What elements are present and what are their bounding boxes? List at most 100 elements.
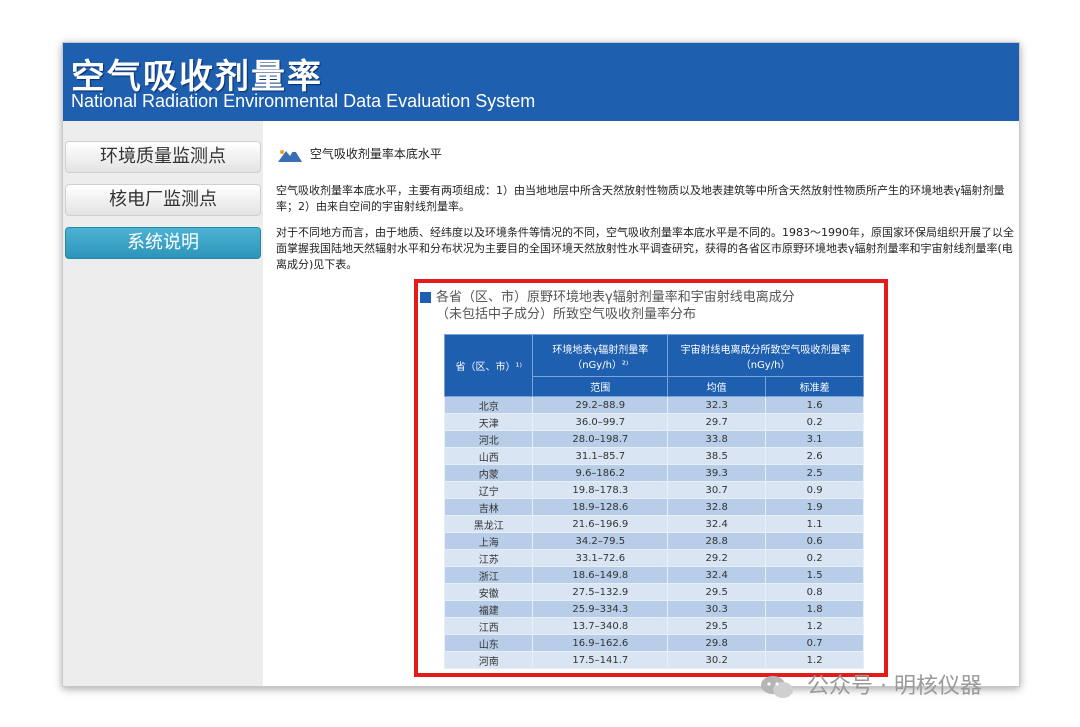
cell-std: 2.5 <box>765 464 864 482</box>
cell-mean: 28.8 <box>667 532 767 550</box>
cell-std: 3.1 <box>765 430 864 448</box>
cell-range: 13.7–340.8 <box>532 617 669 635</box>
table-row: 河南 17.5–141.7 30.2 1.2 <box>443 651 864 669</box>
figure-title: 各省（区、市）原野环境地表γ辐射剂量率和宇宙射线电离成分 （未包括中子成分）所致… <box>420 289 876 323</box>
cell-province: 山东 <box>443 634 534 652</box>
cell-range: 31.1–85.7 <box>532 447 669 465</box>
cell-range: 21.6–196.9 <box>532 515 669 533</box>
cell-province: 江苏 <box>443 549 534 567</box>
figure-title-line1: 各省（区、市）原野环境地表γ辐射剂量率和宇宙射线电离成分 <box>436 290 795 305</box>
table-row: 吉林 18.9–128.6 32.8 1.9 <box>443 498 864 516</box>
table-row: 安徽 27.5–132.9 29.5 0.8 <box>443 583 864 601</box>
cell-mean: 30.7 <box>667 481 767 499</box>
cell-mean: 29.5 <box>667 617 767 635</box>
cell-province: 浙江 <box>443 566 534 584</box>
figure-title-line2: （未包括中子成分）所致空气吸收剂量率分布 <box>436 307 697 322</box>
header-range: 范围 <box>532 376 669 397</box>
cell-province: 天津 <box>443 413 534 431</box>
table-body: 北京 29.2–88.9 32.3 1.6 天津 36.0–99.7 29.7 0.2 河北 28… <box>443 396 864 669</box>
cell-range: 25.9–334.3 <box>532 600 669 618</box>
header-mean: 均值 <box>667 376 767 397</box>
table-row: 河北 28.0–198.7 33.8 3.1 <box>443 430 864 448</box>
cell-std: 1.9 <box>765 498 864 516</box>
table-row: 浙江 18.6–149.8 32.4 1.5 <box>443 566 864 584</box>
section-header: 空气吸收剂量率本底水平 <box>278 145 442 162</box>
cell-province: 河北 <box>443 430 534 448</box>
cell-std: 0.7 <box>765 634 864 652</box>
table-row: 北京 29.2–88.9 32.3 1.6 <box>443 396 864 414</box>
table-row: 福建 25.9–334.3 30.3 1.8 <box>443 600 864 618</box>
cell-province: 上海 <box>443 532 534 550</box>
cell-range: 9.6–186.2 <box>532 464 669 482</box>
cell-mean: 29.5 <box>667 583 767 601</box>
cell-mean: 39.3 <box>667 464 767 482</box>
table-row: 上海 34.2–79.5 28.8 0.6 <box>443 532 864 550</box>
mountain-icon <box>278 148 302 162</box>
table-row: 山西 31.1–85.7 38.5 2.6 <box>443 447 864 465</box>
cell-mean: 38.5 <box>667 447 767 465</box>
page-subtitle: National Radiation Environmental Data Ev… <box>71 91 536 111</box>
cell-province: 黑龙江 <box>443 515 534 533</box>
sidebar-item-system-info[interactable]: 系统说明 <box>65 227 261 259</box>
cell-range: 36.0–99.7 <box>532 413 669 431</box>
cell-std: 0.9 <box>765 481 864 499</box>
section-title: 空气吸收剂量率本底水平 <box>309 147 442 161</box>
cell-std: 0.6 <box>765 532 864 550</box>
cell-std: 1.2 <box>765 651 864 669</box>
cell-mean: 32.4 <box>667 566 767 584</box>
cell-mean: 32.4 <box>667 515 767 533</box>
cell-std: 2.6 <box>765 447 864 465</box>
cell-std: 1.5 <box>765 566 864 584</box>
header-banner: 空气吸收剂量率 National Radiation Environmental… <box>63 43 1019 121</box>
cell-range: 17.5–141.7 <box>532 651 669 669</box>
cell-std: 1.2 <box>765 617 864 635</box>
sidebar: 环境质量监测点 核电厂监测点 系统说明 <box>63 121 263 686</box>
cell-mean: 29.7 <box>667 413 767 431</box>
cell-range: 27.5–132.9 <box>532 583 669 601</box>
cell-range: 33.1–72.6 <box>532 549 669 567</box>
cell-province: 河南 <box>443 651 534 669</box>
header-province: 省（区、市）¹⁾ <box>443 334 534 397</box>
cell-province: 北京 <box>443 396 534 414</box>
table-row: 黑龙江 21.6–196.9 32.4 1.1 <box>443 515 864 533</box>
table-row: 天津 36.0–99.7 29.7 0.2 <box>443 413 864 431</box>
table-row: 江苏 33.1–72.6 29.2 0.2 <box>443 549 864 567</box>
main-content: 空气吸收剂量率本底水平 空气吸收剂量率本底水平，主要有两项组成：1）由当地地层中… <box>264 121 1019 686</box>
watermark: 公众号 · 明核仪器 <box>760 668 982 700</box>
dose-rate-table: 省（区、市）¹⁾ 环境地表γ辐射剂量率（nGy/h）²⁾ 宇宙射线电离成分所致空… <box>443 334 864 669</box>
cell-province: 江西 <box>443 617 534 635</box>
wechat-icon <box>761 676 793 698</box>
cell-mean: 32.3 <box>667 396 767 414</box>
header-std: 标准差 <box>765 376 864 397</box>
cell-province: 吉林 <box>443 498 534 516</box>
cell-std: 1.8 <box>765 600 864 618</box>
cell-std: 0.2 <box>765 549 864 567</box>
cell-std: 1.1 <box>765 515 864 533</box>
intro-paragraph: 空气吸收剂量率本底水平，主要有两项组成：1）由当地地层中所含天然放射性物质以及地… <box>276 184 1005 213</box>
cell-province: 福建 <box>443 600 534 618</box>
cell-mean: 29.8 <box>667 634 767 652</box>
cell-range: 29.2–88.9 <box>532 396 669 414</box>
cell-province: 内蒙 <box>443 464 534 482</box>
cell-range: 34.2–79.5 <box>532 532 669 550</box>
cell-mean: 32.8 <box>667 498 767 516</box>
cell-range: 18.6–149.8 <box>532 566 669 584</box>
sidebar-item-nuclear-plant[interactable]: 核电厂监测点 <box>65 184 261 216</box>
cell-province: 辽宁 <box>443 481 534 499</box>
cell-range: 18.9–128.6 <box>532 498 669 516</box>
sidebar-item-env-quality[interactable]: 环境质量监测点 <box>65 141 261 173</box>
survey-paragraph: 对于不同地方而言，由于地质、经纬度以及环境条件等情况的不同，空气吸收剂量率本底水… <box>276 226 1014 271</box>
cell-std: 0.8 <box>765 583 864 601</box>
title-square-icon <box>420 292 431 303</box>
table-figure: 各省（区、市）原野环境地表γ辐射剂量率和宇宙射线电离成分 （未包括中子成分）所致… <box>414 281 894 686</box>
cell-province: 山西 <box>443 447 534 465</box>
watermark-text: 公众号 · 明核仪器 <box>807 674 982 699</box>
cell-mean: 29.2 <box>667 549 767 567</box>
app-window: 空气吸收剂量率 National Radiation Environmental… <box>62 42 1020 687</box>
cell-mean: 33.8 <box>667 430 767 448</box>
header-cosmic: 宇宙射线电离成分所致空气吸收剂量率（nGy/h） <box>667 334 864 377</box>
cell-province: 安徽 <box>443 583 534 601</box>
cell-range: 16.9–162.6 <box>532 634 669 652</box>
table-row: 江西 13.7–340.8 29.5 1.2 <box>443 617 864 635</box>
table-row: 辽宁 19.8–178.3 30.7 0.9 <box>443 481 864 499</box>
